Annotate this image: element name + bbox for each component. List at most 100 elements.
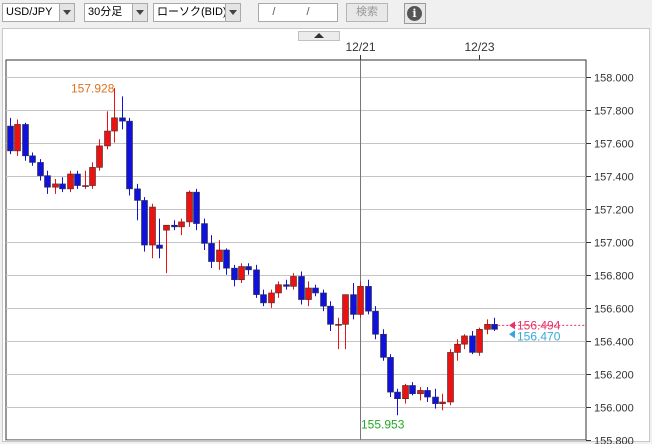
candle-body bbox=[29, 155, 36, 163]
candle-body bbox=[193, 191, 200, 224]
current-ask-label: 156.470 bbox=[517, 329, 561, 343]
candle-body bbox=[134, 188, 141, 201]
candle bbox=[44, 170, 51, 194]
candle bbox=[201, 218, 208, 250]
candle-body bbox=[447, 352, 454, 403]
candle bbox=[163, 224, 170, 274]
y-tick-label: 156.600 bbox=[594, 304, 634, 316]
candle bbox=[59, 177, 66, 193]
candle bbox=[454, 339, 461, 361]
candle bbox=[171, 220, 178, 231]
candle-body bbox=[149, 206, 156, 246]
candle bbox=[417, 387, 424, 401]
candle-body bbox=[454, 343, 461, 353]
candle bbox=[141, 197, 148, 252]
candle bbox=[186, 190, 193, 227]
y-tick-label: 157.800 bbox=[594, 106, 634, 118]
candle-body bbox=[82, 185, 89, 187]
y-tick-label: 157.000 bbox=[594, 238, 634, 250]
candle-body bbox=[305, 287, 312, 300]
candle-body bbox=[439, 401, 446, 404]
candle-body bbox=[111, 117, 118, 132]
y-tick-label: 156.200 bbox=[594, 370, 634, 382]
chart-grid bbox=[5, 55, 591, 441]
candle bbox=[380, 329, 387, 361]
candle-body bbox=[163, 224, 170, 231]
candle bbox=[469, 330, 476, 355]
candle-body bbox=[320, 292, 327, 307]
candle-body bbox=[141, 200, 148, 246]
y-tick-label: 156.000 bbox=[594, 403, 634, 415]
candle bbox=[82, 170, 89, 189]
candle bbox=[484, 319, 491, 335]
x-tick-label: 12/23 bbox=[464, 40, 494, 54]
candle-body bbox=[312, 287, 319, 294]
candle bbox=[37, 159, 44, 181]
candle-body bbox=[171, 224, 178, 228]
candle bbox=[96, 139, 103, 171]
candle-body bbox=[469, 335, 476, 353]
candle bbox=[208, 235, 215, 269]
candle-body bbox=[156, 244, 163, 249]
candle bbox=[245, 263, 252, 275]
candle-body bbox=[245, 266, 252, 271]
candle-body bbox=[417, 390, 424, 395]
ask-marker bbox=[509, 330, 515, 339]
candle-body bbox=[253, 269, 260, 295]
plot-area bbox=[5, 59, 587, 441]
candle bbox=[402, 383, 409, 404]
candle-body bbox=[484, 324, 491, 330]
y-tick-label: 157.200 bbox=[594, 205, 634, 217]
y-tick-label: 158.000 bbox=[594, 73, 634, 85]
candle-body bbox=[223, 249, 230, 269]
candle-body bbox=[104, 130, 111, 147]
candle bbox=[365, 279, 372, 315]
candle-body bbox=[424, 390, 431, 398]
candle bbox=[342, 294, 349, 350]
y-tick-label: 155.800 bbox=[594, 436, 634, 444]
candle-body bbox=[327, 305, 334, 325]
candle bbox=[409, 382, 416, 396]
candle-body bbox=[290, 276, 297, 287]
candle bbox=[231, 264, 238, 287]
candle bbox=[461, 334, 468, 350]
candle-body bbox=[14, 124, 21, 152]
candle bbox=[305, 281, 312, 307]
candle bbox=[432, 388, 439, 409]
candle-body bbox=[231, 267, 238, 281]
candle bbox=[156, 218, 163, 259]
candle bbox=[372, 306, 379, 340]
candle bbox=[387, 354, 394, 398]
y-tick-label: 156.800 bbox=[594, 271, 634, 283]
candle-body bbox=[275, 284, 282, 294]
candle-body bbox=[283, 284, 290, 287]
candle bbox=[327, 301, 334, 331]
candle-body bbox=[357, 286, 364, 315]
y-tick-label: 157.400 bbox=[594, 172, 634, 184]
candle bbox=[447, 349, 454, 406]
candle bbox=[216, 240, 223, 270]
candle-body bbox=[372, 310, 379, 335]
candle bbox=[312, 284, 319, 297]
candle-body bbox=[37, 162, 44, 176]
candle bbox=[268, 289, 275, 308]
candlestick-chart: 158.000 157.800 157.600 157.400 157.200 157.0… bbox=[5, 40, 634, 444]
candle bbox=[283, 279, 290, 290]
candle bbox=[238, 263, 245, 284]
candle-body bbox=[365, 286, 372, 312]
candle-body bbox=[67, 173, 74, 190]
candle-body bbox=[394, 391, 401, 399]
y-tick-label: 157.600 bbox=[594, 139, 634, 151]
y-tick-label: 156.400 bbox=[594, 337, 634, 349]
candle bbox=[357, 281, 364, 318]
high-price-label: 157.928 bbox=[71, 81, 115, 95]
candle bbox=[335, 317, 342, 350]
candle bbox=[275, 281, 282, 298]
candle bbox=[74, 170, 81, 189]
candle bbox=[111, 88, 118, 143]
candle-body bbox=[216, 249, 223, 262]
candle-body bbox=[74, 173, 81, 186]
candle bbox=[52, 178, 59, 194]
candle bbox=[119, 96, 126, 130]
candle bbox=[260, 289, 267, 307]
